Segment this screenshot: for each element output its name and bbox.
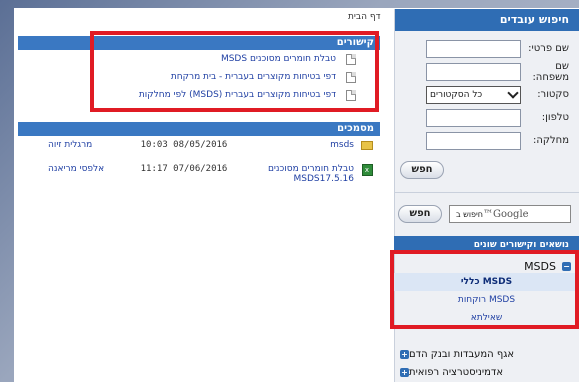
phone-label: טלפון: bbox=[541, 112, 569, 123]
first-name-label: שם פרטי: bbox=[528, 43, 569, 54]
sector-select-value: כל הסקטורים bbox=[430, 89, 483, 100]
department-row: מחלקה: bbox=[395, 129, 579, 152]
expand-icon[interactable]: + bbox=[400, 367, 409, 377]
document-name[interactable]: msds bbox=[244, 140, 354, 150]
documents-panel: מסמכים msds 10:03 08/05/2016 מרגלית זיוה… bbox=[18, 122, 380, 184]
document-name[interactable]: טבלת חומרים מסוכנים MSDS17.5.16 bbox=[244, 164, 354, 184]
expand-icon[interactable]: + bbox=[400, 349, 409, 359]
last-name-row: שם משפחה: bbox=[395, 60, 579, 83]
employee-search-title: חיפוש עובדים bbox=[395, 9, 579, 31]
document-row[interactable]: msds 10:03 08/05/2016 מרגלית זיוה bbox=[18, 136, 380, 160]
department-label: מחלקה: bbox=[532, 135, 569, 146]
sector-select[interactable]: כל הסקטורים bbox=[426, 85, 521, 104]
topics-highlight-box bbox=[390, 250, 579, 329]
google-search-button[interactable]: חפש bbox=[398, 205, 442, 223]
sector-label: סקטור: bbox=[537, 89, 569, 100]
excel-icon: x bbox=[361, 164, 373, 176]
department-input[interactable] bbox=[426, 131, 521, 150]
document-author[interactable]: מרגלית זיוה bbox=[44, 140, 124, 150]
first-name-input[interactable] bbox=[426, 39, 521, 58]
phone-row: טלפון: bbox=[395, 106, 579, 129]
document-author[interactable]: אלפסי מריאנה bbox=[44, 164, 124, 174]
sector-row: סקטור: כל הסקטורים bbox=[395, 83, 579, 106]
category-medical-admin[interactable]: + אדמיניסטרציה רפואית bbox=[394, 364, 579, 380]
divider bbox=[395, 192, 579, 193]
links-highlight-box bbox=[90, 31, 379, 112]
breadcrumb[interactable]: דף הבית bbox=[348, 12, 381, 22]
google-search-input[interactable]: חיפוש ב Google™ bbox=[449, 205, 571, 223]
google-search-row: חיפוש ב Google™ חפש bbox=[394, 205, 579, 227]
folder-icon bbox=[361, 141, 373, 150]
employee-search-button[interactable]: חפש bbox=[400, 161, 444, 179]
documents-panel-title: מסמכים bbox=[18, 122, 380, 136]
phone-input[interactable] bbox=[426, 108, 521, 127]
category-label[interactable]: אגף המעבדות ובנק הדם bbox=[409, 349, 514, 360]
google-search-label: חיפוש ב bbox=[456, 209, 484, 219]
first-name-row: שם פרטי: bbox=[395, 37, 579, 60]
last-name-label: שם משפחה: bbox=[532, 60, 569, 83]
chevron-down-icon[interactable] bbox=[507, 86, 519, 99]
google-logo: Google™ bbox=[483, 208, 529, 220]
employee-search-form: שם פרטי: שם משפחה: סקטור: כל הסקטורים טל… bbox=[395, 31, 579, 152]
category-labs-blood-bank[interactable]: + אגף המעבדות ובנק הדם bbox=[394, 346, 579, 362]
last-name-input[interactable] bbox=[426, 62, 521, 81]
document-date: 11:17 07/06/2016 bbox=[140, 164, 228, 174]
category-label[interactable]: אדמיניסטרציה רפואית bbox=[409, 367, 503, 378]
document-date: 10:03 08/05/2016 bbox=[140, 140, 228, 150]
document-row[interactable]: x טבלת חומרים מסוכנים MSDS17.5.16 11:17 … bbox=[18, 160, 380, 184]
